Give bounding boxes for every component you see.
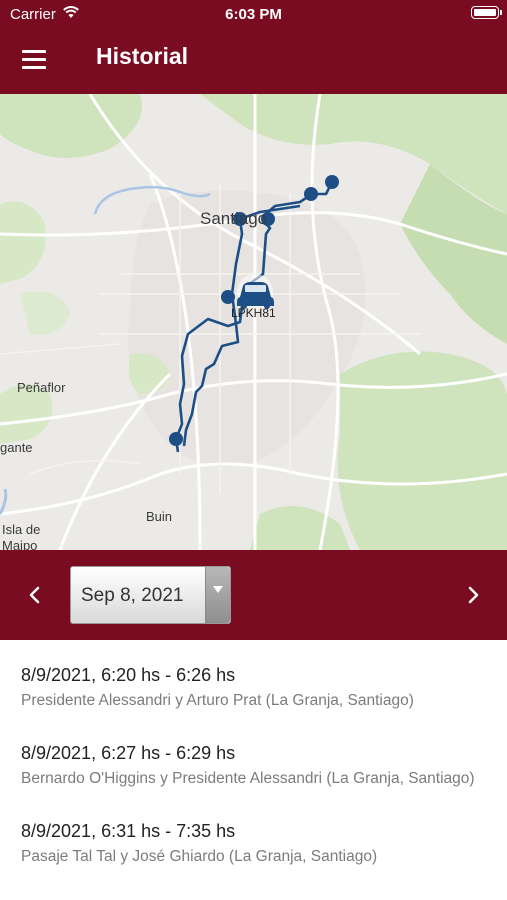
status-bar: Carrier 6:03 PM — [0, 0, 507, 28]
trip-address: Bernardo O'Higgins y Presidente Alessand… — [21, 770, 475, 787]
trip-item[interactable]: 8/9/2021, 6:31 hs - 7:35 hs Pasaje Tal T… — [21, 821, 491, 866]
nav-bar: Historial — [0, 28, 507, 94]
date-picker[interactable]: Sep 8, 2021 — [70, 566, 231, 624]
trip-time: 8/9/2021, 6:31 hs - 7:35 hs — [21, 821, 236, 841]
trip-address: Pasaje Tal Tal y José Ghiardo (La Granja… — [21, 848, 378, 865]
map-label-gante: gante — [0, 440, 33, 455]
route-map[interactable]: Santiago LPKH81 Peñaflor gante Buin Isla… — [0, 94, 507, 550]
trip-time: 8/9/2021, 6:27 hs - 6:29 hs — [21, 743, 236, 763]
trip-address: Presidente Alessandri y Arturo Prat (La … — [21, 692, 414, 709]
vehicle-plate-label: LPKH81 — [231, 306, 276, 320]
map-label-penaflor: Peñaflor — [17, 380, 66, 395]
battery-icon — [471, 6, 502, 19]
map-canvas[interactable]: Santiago LPKH81 Peñaflor gante Buin Isla… — [0, 94, 507, 550]
previous-day-button[interactable] — [20, 580, 50, 610]
hamburger-menu-icon[interactable] — [22, 50, 48, 70]
trip-time: 8/9/2021, 6:20 hs - 6:26 hs — [21, 665, 236, 685]
map-label-buin: Buin — [146, 509, 172, 524]
trip-item[interactable]: 8/9/2021, 6:27 hs - 6:29 hs Bernardo O'H… — [21, 743, 491, 788]
selected-date: Sep 8, 2021 — [81, 585, 184, 606]
page-title: Historial — [96, 43, 189, 69]
map-label-maipo: Maipo — [2, 538, 37, 550]
next-day-button[interactable] — [458, 580, 488, 610]
map-label-isla-de: Isla de — [2, 522, 40, 537]
clock: 6:03 PM — [225, 6, 282, 23]
dropdown-arrow-icon[interactable] — [205, 567, 230, 623]
map-label-santiago: Santiago — [200, 209, 267, 228]
trip-item[interactable]: 8/9/2021, 6:20 hs - 6:26 hs Presidente A… — [21, 665, 491, 710]
